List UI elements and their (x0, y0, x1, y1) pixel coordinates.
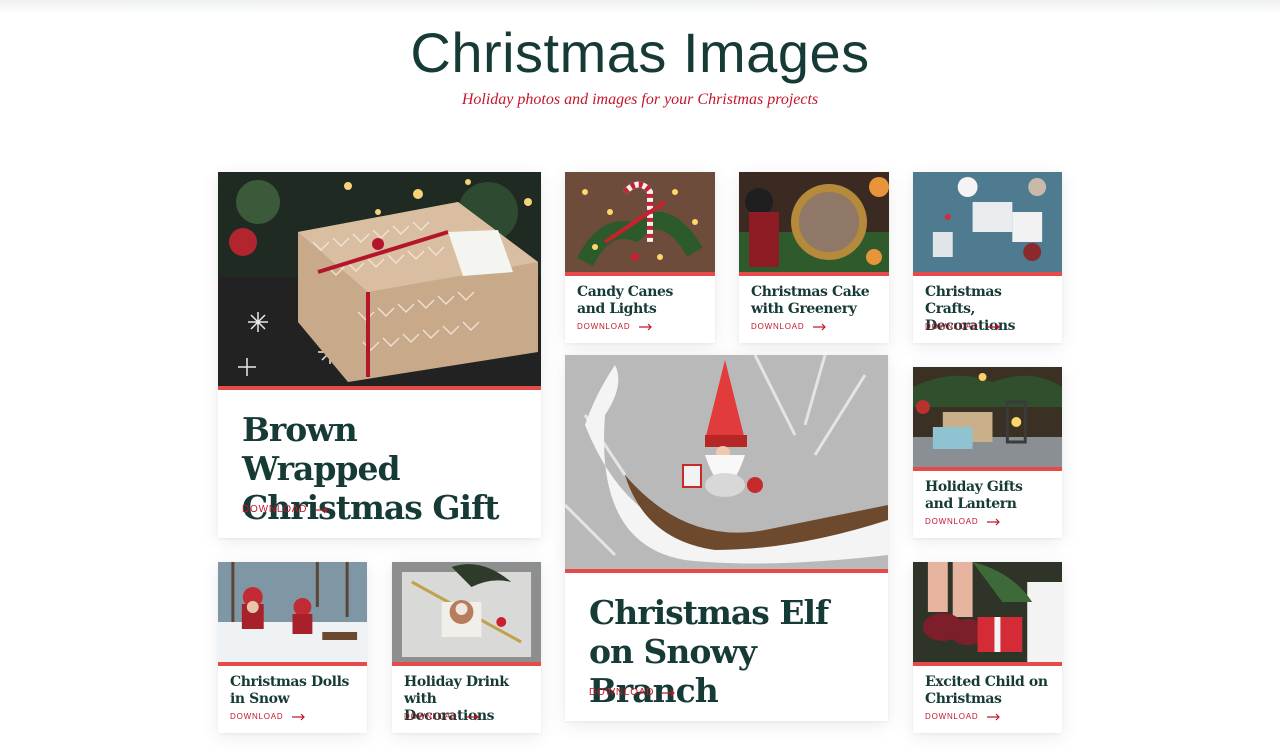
arrow-right-icon (662, 689, 676, 697)
download-link[interactable]: DOWNLOAD (242, 504, 329, 515)
download-label: DOWNLOAD (404, 712, 458, 721)
download-label: DOWNLOAD (925, 712, 979, 721)
arrow-right-icon (638, 323, 653, 331)
card-christmas-cake[interactable]: Christmas Cake with Greenery DOWNLOAD (739, 172, 889, 343)
card-image[interactable] (565, 355, 888, 573)
card-image[interactable] (913, 367, 1062, 471)
card-holiday-gifts-lantern[interactable]: Holiday Gifts and Lantern DOWNLOAD (913, 367, 1062, 538)
page-subtitle: Holiday photos and images for your Chris… (461, 91, 819, 108)
card-candy-canes[interactable]: Candy Canes and Lights DOWNLOAD (565, 172, 715, 343)
card-image[interactable] (218, 562, 367, 666)
card-excited-child[interactable]: Excited Child on Christmas DOWNLOAD (913, 562, 1062, 733)
card-image[interactable] (913, 172, 1062, 276)
download-link[interactable]: DOWNLOAD (577, 322, 653, 331)
download-label: DOWNLOAD (925, 322, 979, 331)
page-title: Christmas Images (410, 21, 870, 84)
card-title: Candy Canes and Lights (577, 284, 673, 317)
card-holiday-drink[interactable]: Holiday Drink with Decorations DOWNLOAD (392, 562, 541, 733)
card-christmas-dolls[interactable]: Christmas Dolls in Snow DOWNLOAD (218, 562, 367, 733)
top-shadow (0, 0, 1280, 14)
download-label: DOWNLOAD (925, 517, 979, 526)
download-link[interactable]: DOWNLOAD (925, 322, 1001, 331)
card-brown-wrapped-gift[interactable]: Brown Wrapped Christmas Gift DOWNLOAD (218, 172, 541, 538)
arrow-right-icon (986, 713, 1001, 721)
card-christmas-crafts[interactable]: Christmas Crafts, Decorations DOWNLOAD (913, 172, 1062, 343)
card-christmas-elf[interactable]: Christmas Elf on Snowy Branch DOWNLOAD (565, 355, 888, 721)
arrow-right-icon (291, 713, 306, 721)
card-title: Christmas Dolls in Snow (230, 674, 350, 707)
download-link[interactable]: DOWNLOAD (925, 517, 1001, 526)
arrow-right-icon (812, 323, 827, 331)
download-label: DOWNLOAD (751, 322, 805, 331)
card-title: Holiday Gifts and Lantern (925, 479, 1023, 512)
download-label: DOWNLOAD (577, 322, 631, 331)
card-image[interactable] (565, 172, 715, 276)
download-label: DOWNLOAD (230, 712, 284, 721)
download-label: DOWNLOAD (242, 504, 308, 515)
download-link[interactable]: DOWNLOAD (751, 322, 827, 331)
download-label: DOWNLOAD (589, 687, 655, 698)
card-image[interactable] (392, 562, 541, 666)
arrow-right-icon (986, 323, 1001, 331)
arrow-right-icon (315, 506, 329, 514)
card-title: Excited Child on Christmas (925, 674, 1048, 707)
download-link[interactable]: DOWNLOAD (589, 687, 676, 698)
arrow-right-icon (986, 518, 1001, 526)
download-link[interactable]: DOWNLOAD (404, 712, 480, 721)
card-image[interactable] (739, 172, 889, 276)
arrow-right-icon (465, 713, 480, 721)
card-image[interactable] (218, 172, 541, 390)
download-link[interactable]: DOWNLOAD (925, 712, 1001, 721)
download-link[interactable]: DOWNLOAD (230, 712, 306, 721)
card-image[interactable] (913, 562, 1062, 666)
card-title: Christmas Cake with Greenery (751, 284, 870, 317)
